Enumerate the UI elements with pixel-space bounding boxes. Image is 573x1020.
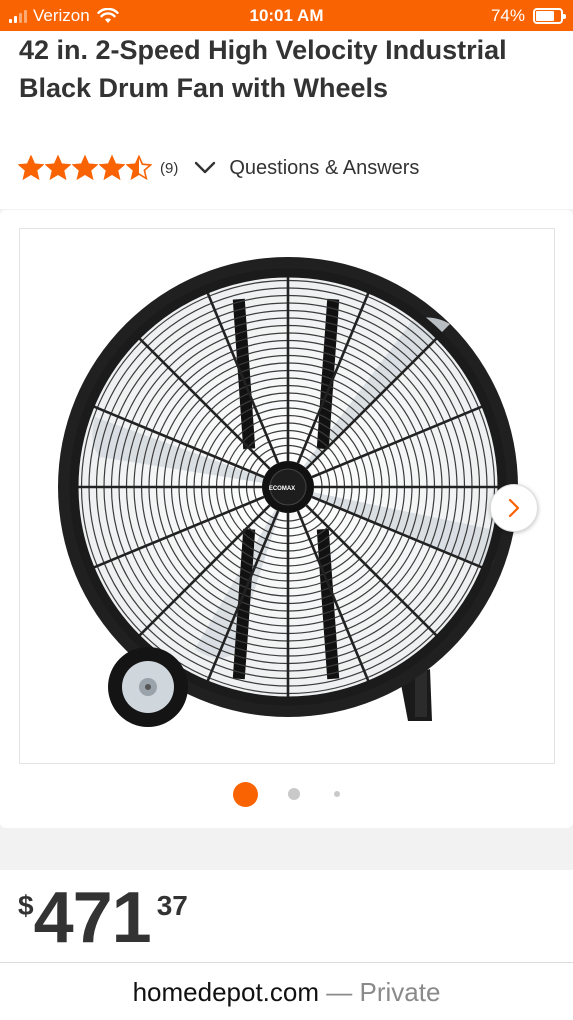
address-domain[interactable]: homedepot.com (133, 977, 319, 1007)
image-carousel[interactable]: ECOMAX (0, 210, 573, 828)
carousel-dot[interactable] (288, 788, 300, 800)
price-section: $ 471 37 (0, 870, 573, 962)
price-dollars: 471 (33, 878, 152, 958)
product-title: 42 in. 2-Speed High Velocity Industrial … (19, 35, 507, 103)
carousel-dots (0, 781, 573, 807)
status-time: 10:01 AM (249, 6, 324, 25)
star-full-icon (99, 155, 125, 181)
private-mode-label: — Private (319, 977, 441, 1007)
browser-address-bar[interactable]: homedepot.com — Private (0, 962, 573, 1020)
star-full-icon (72, 155, 98, 181)
status-right: 74% (490, 6, 566, 26)
chevron-right-icon (508, 498, 520, 518)
price-currency: $ (18, 890, 34, 921)
rating-row[interactable]: (9) Questions & Answers (18, 153, 419, 183)
price-cents: 37 (156, 890, 188, 921)
review-count[interactable]: (9) (160, 160, 178, 177)
carousel-dot[interactable] (334, 791, 340, 797)
product-header: 42 in. 2-Speed High Velocity Industrial … (0, 31, 573, 209)
battery-fill (536, 11, 554, 21)
price: $ 471 37 (18, 880, 188, 956)
star-half-icon (126, 155, 152, 181)
next-image-button[interactable] (490, 484, 538, 532)
star-full-icon (45, 155, 71, 181)
star-full-icon (18, 155, 44, 181)
drum-fan-image: ECOMAX (58, 257, 518, 727)
hub-logo: ECOMAX (269, 486, 295, 492)
questions-answers-link[interactable]: Questions & Answers (229, 157, 419, 180)
product-image[interactable]: ECOMAX (19, 228, 555, 764)
carousel-dot-active[interactable] (233, 781, 258, 807)
battery-percent: 74% (490, 6, 525, 25)
battery-icon (533, 8, 566, 24)
status-bar: Verizon 10:01 AM 74% (0, 0, 573, 31)
star-rating[interactable] (18, 155, 152, 181)
chevron-down-icon[interactable] (194, 161, 216, 175)
